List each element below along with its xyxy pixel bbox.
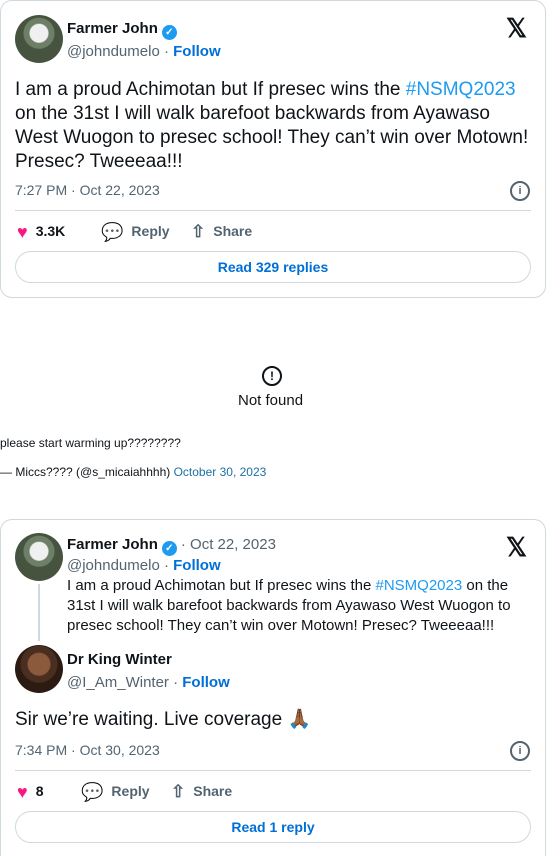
heart-icon: ♥ xyxy=(17,782,28,802)
read-replies-button[interactable]: Read 1 reply xyxy=(15,811,531,843)
hashtag-link[interactable]: #NSMQ2023 xyxy=(376,577,463,594)
read-replies-button[interactable]: Read 329 replies xyxy=(15,251,531,283)
verified-badge-icon: ✓ xyxy=(161,541,177,556)
follow-button[interactable]: Follow xyxy=(182,674,230,691)
alert-icon: ! xyxy=(262,366,282,386)
handle-text[interactable]: @johndumelo xyxy=(67,557,160,574)
share-icon: ⇧ xyxy=(171,782,186,801)
x-logo-icon[interactable]: 𝕏 xyxy=(506,532,527,563)
parent-author-name[interactable]: Farmer John ✓ · Oct 22, 2023 xyxy=(67,536,276,556)
x-logo-icon[interactable]: 𝕏 xyxy=(506,13,527,44)
author-name[interactable]: Dr King Winter xyxy=(67,651,172,668)
parent-avatar[interactable] xyxy=(15,533,63,581)
reply-button[interactable]: 💬 Reply xyxy=(81,782,150,803)
action-bar: ♥ 8 💬 Reply ⇧ Share xyxy=(15,782,531,802)
follow-button[interactable]: Follow xyxy=(173,557,221,574)
embed-quote-text: please start warming up???????? xyxy=(0,436,181,450)
embed-attribution: — Miccs???? (@s_micaiahhhh) October 30, … xyxy=(0,465,267,479)
avatar[interactable] xyxy=(15,15,63,63)
divider xyxy=(15,770,531,771)
author-handle: @johndumelo · Follow xyxy=(67,43,221,60)
like-count: 3.3K xyxy=(35,223,66,239)
handle-text[interactable]: @I_Am_Winter xyxy=(67,674,169,691)
share-button[interactable]: ⇧ Share xyxy=(171,782,232,802)
reply-icon: 💬 xyxy=(81,782,104,802)
tweet-timestamp[interactable]: 7:27 PM · Oct 22, 2023 xyxy=(15,182,160,198)
tweet-text: I am a proud Achimotan but If presec win… xyxy=(15,79,529,172)
handle-text[interactable]: @johndumelo xyxy=(67,43,160,60)
info-icon[interactable]: i xyxy=(510,181,530,201)
share-icon: ⇧ xyxy=(191,222,206,241)
parent-date[interactable]: · Oct 22, 2023 xyxy=(181,536,276,553)
embed-date-link[interactable]: October 30, 2023 xyxy=(174,465,267,479)
parent-author-handle: @johndumelo · Follow xyxy=(67,557,221,574)
verified-badge-icon: ✓ xyxy=(161,25,177,40)
divider xyxy=(15,210,531,211)
heart-icon: ♥ xyxy=(17,222,28,242)
like-button[interactable]: ♥ 8 xyxy=(17,782,43,803)
author-handle: @I_Am_Winter · Follow xyxy=(67,674,230,691)
tweet-card-1: Farmer John ✓ @johndumelo · Follow 𝕏 I am… xyxy=(0,0,546,298)
like-count: 8 xyxy=(35,783,44,799)
like-button[interactable]: ♥ 3.3K xyxy=(17,222,65,243)
share-button[interactable]: ⇧ Share xyxy=(191,222,252,242)
reply-button[interactable]: 💬 Reply xyxy=(101,222,170,243)
parent-tweet-text: I am a proud Achimotan but If presec win… xyxy=(67,577,511,634)
not-found-text: Not found xyxy=(238,392,304,409)
hashtag-link[interactable]: #NSMQ2023 xyxy=(406,79,516,100)
tweet-text: Sir we’re waiting. Live coverage 🙏🏾 xyxy=(15,709,312,730)
tweet-card-2: Farmer John ✓ · Oct 22, 2023 @johndumelo ·… xyxy=(0,519,546,856)
avatar[interactable] xyxy=(15,645,63,693)
follow-button[interactable]: Follow xyxy=(173,43,221,60)
action-bar: ♥ 3.3K 💬 Reply ⇧ Share xyxy=(15,222,531,242)
author-name[interactable]: Farmer John ✓ xyxy=(67,20,177,40)
thread-line xyxy=(38,584,40,641)
info-icon[interactable]: i xyxy=(510,741,530,761)
reply-icon: 💬 xyxy=(101,222,124,242)
tweet-timestamp[interactable]: 7:34 PM · Oct 30, 2023 xyxy=(15,742,160,758)
